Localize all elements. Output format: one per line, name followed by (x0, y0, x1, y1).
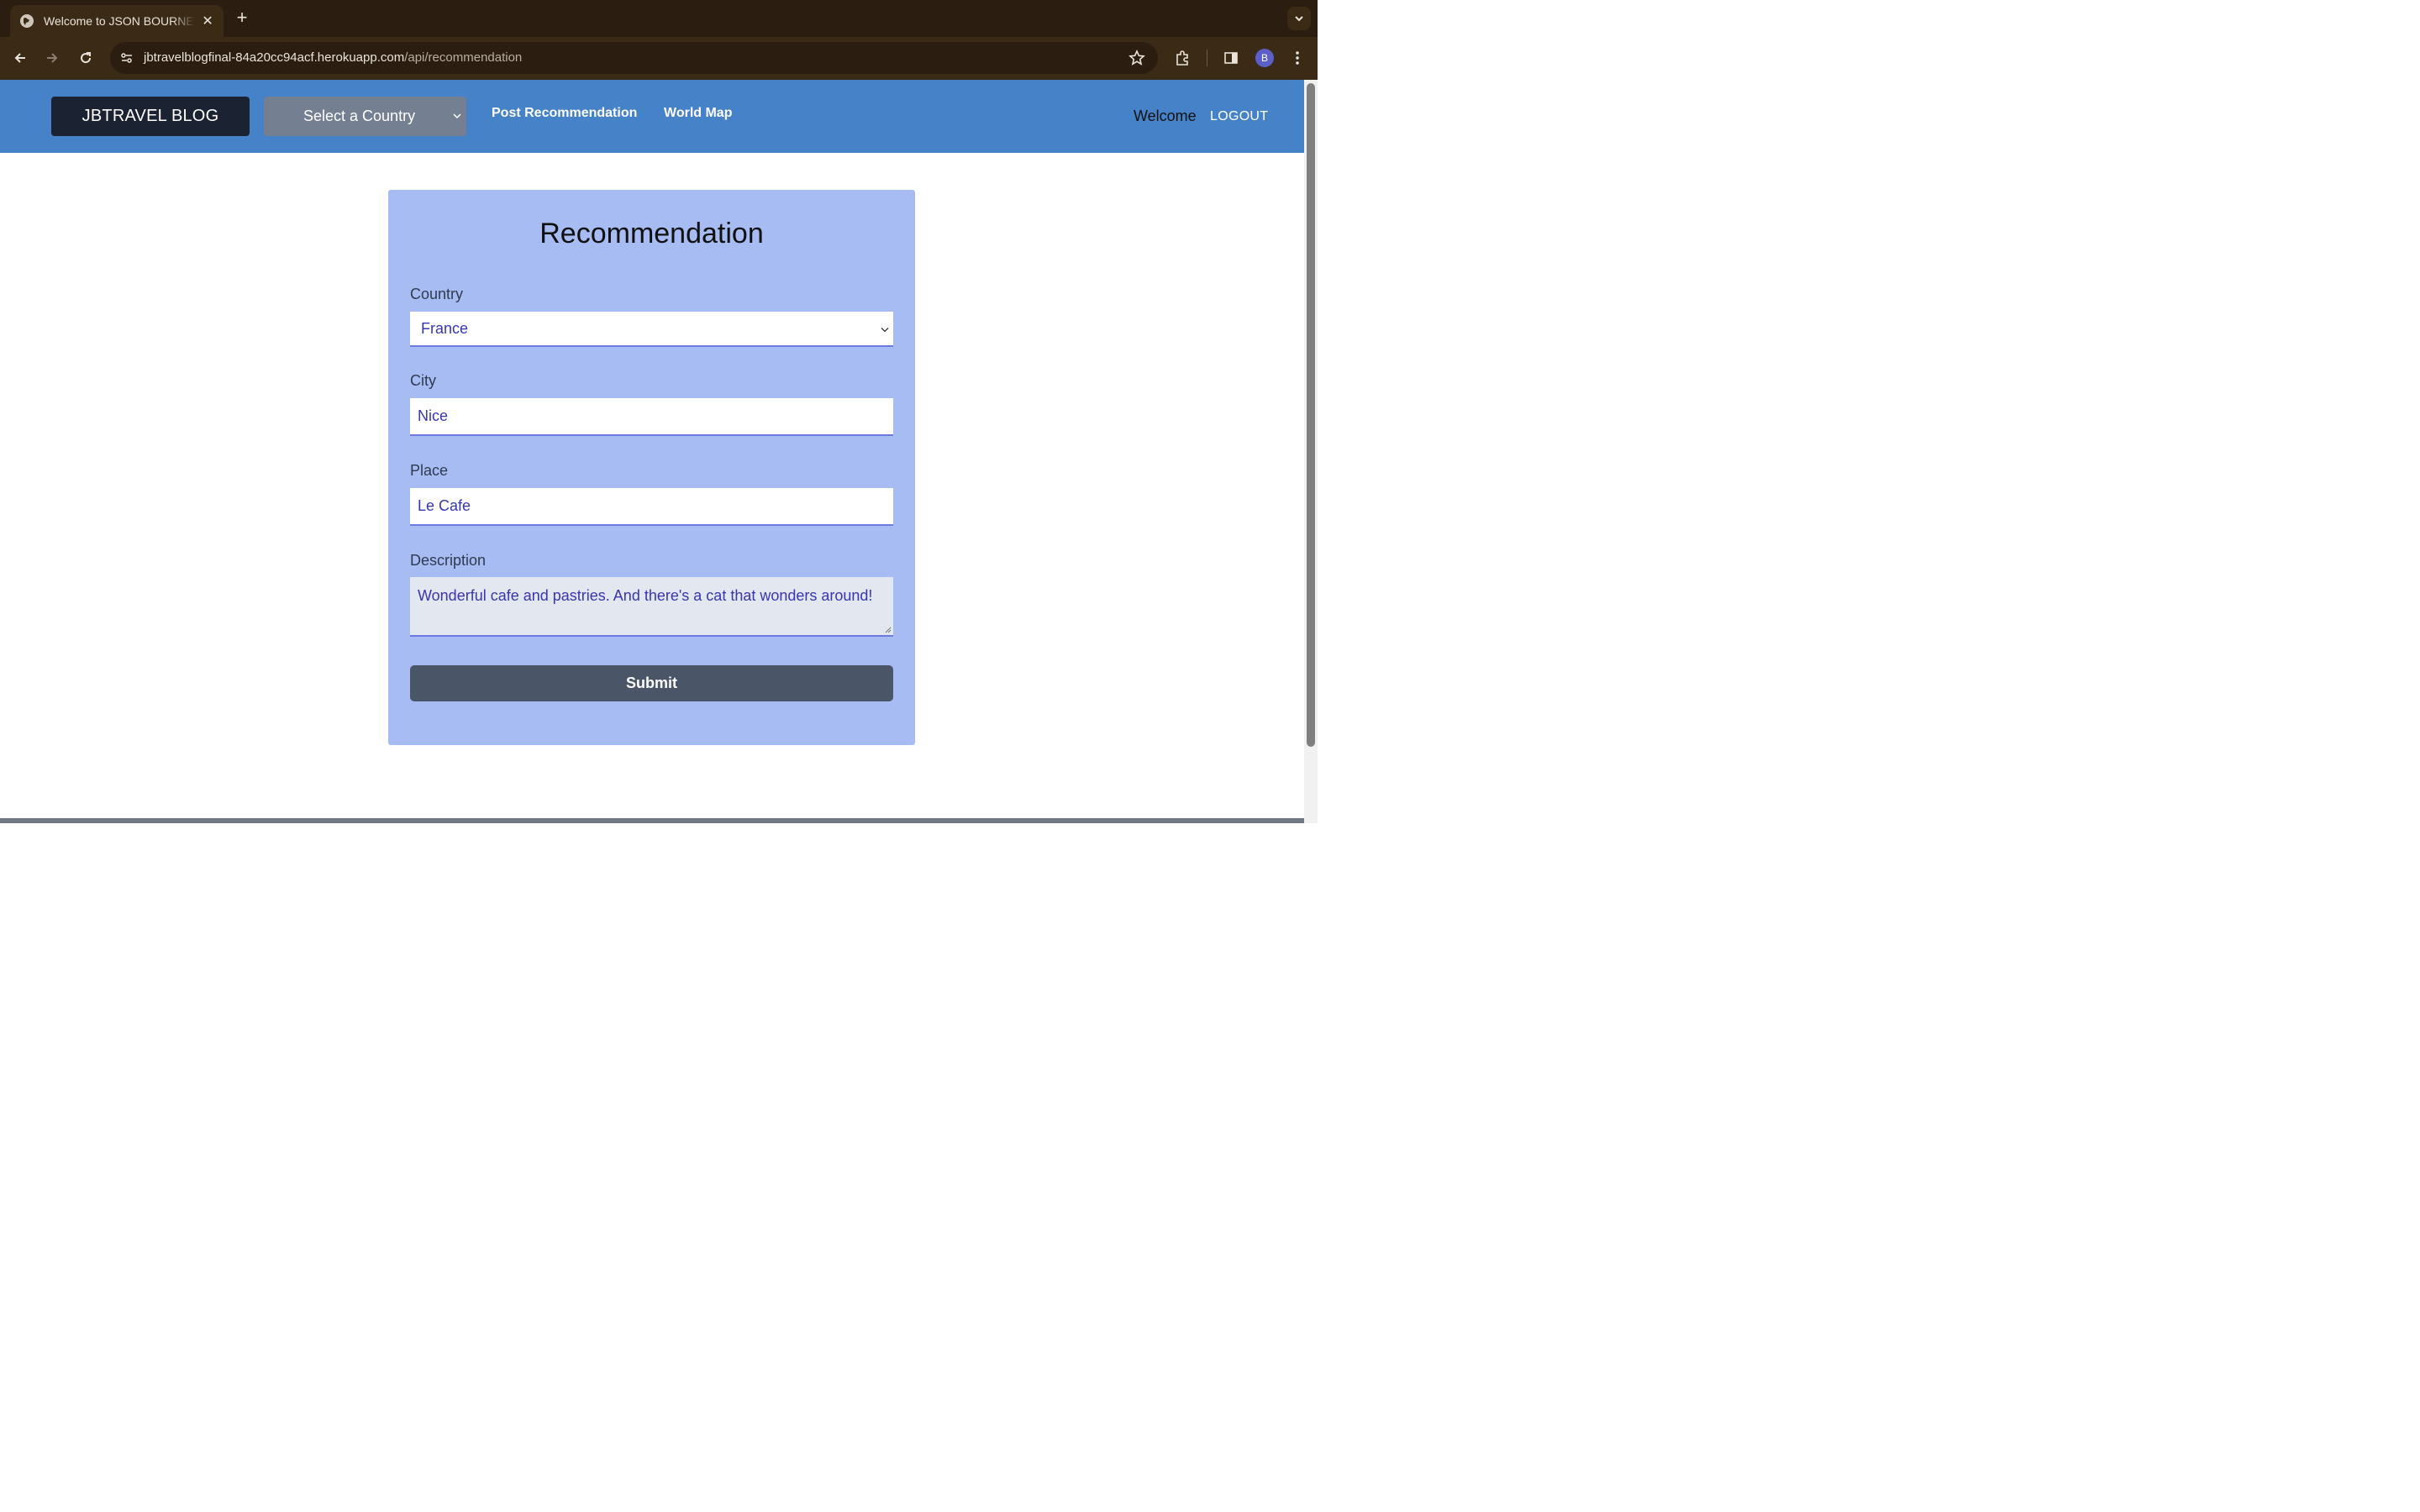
resize-grip-icon (885, 627, 892, 633)
place-input[interactable]: Le Cafe (410, 488, 893, 526)
site-info-icon[interactable] (117, 48, 137, 68)
chevron-down-icon (880, 324, 890, 334)
reload-button[interactable] (75, 47, 97, 69)
site-navbar: JBTRAVEL BLOG Select a Country Post Reco… (0, 80, 1304, 153)
chevron-down-icon (1295, 16, 1303, 22)
bookmark-star-icon[interactable] (1128, 49, 1146, 67)
side-panel-icon[interactable] (1220, 47, 1242, 69)
forward-button[interactable] (41, 47, 63, 69)
country-select-label: Select a Country (303, 108, 416, 124)
description-value: Wonderful cafe and pastries. And there's… (418, 587, 873, 604)
form-title: Recommendation (539, 218, 764, 249)
tab-search-button[interactable] (1287, 7, 1311, 30)
url-path: /api/recommendation (404, 50, 523, 65)
browser-tab-bar: Welcome to JSON BOURNE'S ✕ + (0, 0, 1318, 37)
tab-title: Welcome to JSON BOURNE'S (44, 14, 196, 28)
chevron-down-icon (451, 108, 463, 123)
globe-icon (20, 14, 34, 28)
scrollbar-thumb[interactable] (1307, 83, 1315, 747)
country-select-dropdown[interactable]: Select a Country (264, 97, 466, 136)
country-label: Country (410, 286, 464, 302)
profile-avatar[interactable]: B (1255, 49, 1274, 67)
city-input[interactable]: Nice (410, 398, 893, 436)
browser-toolbar: jbtravelblogfinal-84a20cc94acf.herokuapp… (0, 37, 1318, 80)
forward-arrow-icon (47, 53, 58, 63)
url-host: jbtravelblogfinal-84a20cc94acf.herokuapp… (144, 50, 405, 65)
back-arrow-icon (14, 53, 25, 63)
page-scrollbar[interactable] (1304, 80, 1318, 823)
country-select[interactable]: France (410, 312, 893, 347)
description-textarea[interactable]: Wonderful cafe and pastries. And there's… (410, 577, 893, 637)
new-tab-button[interactable]: + (233, 8, 251, 27)
back-button[interactable] (9, 47, 31, 69)
address-bar[interactable]: jbtravelblogfinal-84a20cc94acf.herokuapp… (110, 42, 1158, 74)
country-select-value: France (421, 319, 469, 337)
extensions-icon[interactable] (1171, 47, 1193, 69)
city-input-value: Nice (418, 407, 449, 424)
kebab-menu-icon[interactable] (1286, 47, 1308, 69)
reload-icon (81, 52, 92, 64)
city-label: City (410, 372, 436, 389)
description-label: Description (410, 552, 487, 569)
brand-logo-button[interactable]: JBTRAVEL BLOG (51, 97, 250, 136)
submit-button[interactable]: Submit (410, 665, 893, 701)
place-label: Place (410, 462, 449, 479)
browser-tab[interactable]: Welcome to JSON BOURNE'S ✕ (10, 5, 224, 37)
close-tab-icon[interactable]: ✕ (200, 13, 215, 29)
footer-edge (0, 818, 1304, 823)
place-input-value: Le Cafe (418, 497, 471, 514)
logout-link[interactable]: LOGOUT (1210, 109, 1268, 124)
recommendation-form: Recommendation Country France City Nice … (388, 190, 915, 745)
url-text: jbtravelblogfinal-84a20cc94acf.herokuapp… (144, 50, 522, 65)
nav-link-world-map[interactable]: World Map (664, 106, 732, 121)
welcome-text: Welcome (1134, 108, 1197, 124)
nav-link-post-recommendation[interactable]: Post Recommendation (492, 106, 637, 121)
web-page: JBTRAVEL BLOG Select a Country Post Reco… (0, 80, 1304, 823)
